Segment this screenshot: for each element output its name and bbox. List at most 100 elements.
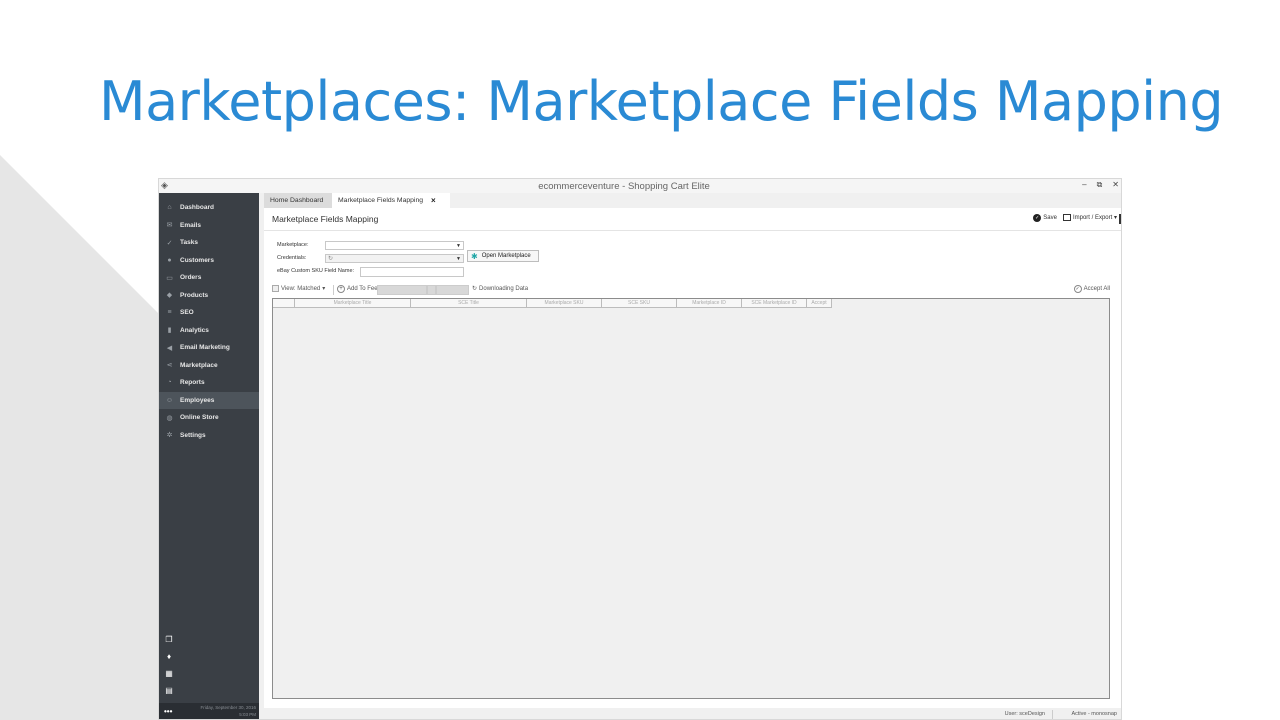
sidebar-item-marketplace[interactable]: ⋖ Marketplace (159, 357, 259, 374)
sidebar-item-employees[interactable]: ☺ Employees (159, 391, 259, 409)
tab-bar: Home Dashboard Marketplace Fields Mappin… (264, 193, 1121, 208)
sidebar-item-label: Dashboard (180, 204, 214, 211)
sidebar-item-email-marketing[interactable]: ◀ Email Marketing (159, 339, 259, 356)
sidebar-item-label: Employees (180, 396, 215, 404)
sidebar-item-seo[interactable]: ≡ SEO (159, 304, 259, 321)
grid-header: Marketplace Title SCE Title Marketplace … (273, 299, 832, 308)
tab-marketplace-fields-mapping[interactable]: Marketplace Fields Mapping × (332, 193, 450, 208)
marketplace-label: Marketplace: (277, 242, 309, 248)
downloading-status: ↻ Downloading Data (472, 285, 529, 293)
sidebar-item-customers[interactable]: ● Customers (159, 252, 259, 269)
scroll-edge-marker (1119, 214, 1121, 224)
sidebar-item-label: Products (180, 291, 209, 299)
person-icon: ● (167, 256, 172, 264)
lightbulb-icon[interactable]: ♦ (164, 652, 174, 662)
save-button[interactable]: ✓ Save (1033, 214, 1057, 222)
view-label: View: Matched (281, 285, 321, 292)
sku-field-label: eBay Custom SKU Field Name: (277, 268, 355, 274)
column-header[interactable] (273, 299, 295, 308)
downloading-label: Downloading Data (479, 285, 529, 292)
tab-label: Marketplace Fields Mapping (338, 197, 424, 204)
tab-home-dashboard[interactable]: Home Dashboard (264, 193, 332, 208)
column-header[interactable]: SCE SKU (602, 299, 677, 308)
seo-icon: ≡ (167, 309, 172, 316)
credentials-select[interactable]: ↻ ▼ (325, 254, 464, 263)
sidebar-item-dashboard[interactable]: ⌂ Dashboard (159, 199, 259, 216)
close-tab-button[interactable]: × (431, 196, 436, 205)
more-button[interactable]: ••• (164, 707, 172, 716)
sidebar-item-label: Settings (180, 431, 206, 439)
import-export-button[interactable]: Import / Export ▾ (1062, 214, 1117, 222)
sidebar-item-reports[interactable]: ◔ Reports (159, 374, 259, 391)
tab-label: Home Dashboard (270, 197, 324, 204)
sidebar-item-products[interactable]: ◆ Products (159, 287, 259, 304)
app-window: ◈ ecommerceventure - Shopping Cart Elite… (158, 178, 1122, 720)
page-title: Marketplace Fields Mapping (272, 214, 379, 224)
people-icon: ☺ (165, 396, 174, 404)
chevron-down-icon: ▼ (456, 243, 461, 249)
windows-tool-icon[interactable]: ❐ (164, 635, 174, 645)
marketplace-select[interactable]: ▼ (325, 241, 464, 250)
status-bar: User: sceDesign Active - monosnap (264, 708, 1121, 719)
chevron-down-icon: ▼ (456, 256, 461, 262)
column-header[interactable]: Accept (807, 299, 832, 308)
share-icon: ⋖ (166, 362, 173, 369)
bar-chart-icon: ▮ (167, 327, 172, 334)
main-panel: Marketplace Fields Mapping ✓ Save Import … (264, 208, 1121, 708)
sidebar-item-orders[interactable]: ▭ Orders (159, 269, 259, 286)
close-window-button[interactable]: ✕ (1112, 180, 1119, 190)
accept-all-label: Accept All (1083, 286, 1110, 292)
sidebar-item-label: Tasks (180, 239, 198, 246)
calendar-icon[interactable]: ▤ (164, 686, 174, 696)
chevron-down-icon: ▾ (322, 286, 326, 292)
open-marketplace-button[interactable]: ✱ Open Marketplace (467, 250, 539, 262)
sidebar-item-emails[interactable]: ✉ Emails (159, 217, 259, 234)
refresh-icon: ↻ (472, 286, 478, 292)
divider (264, 230, 1121, 231)
plus-icon: + (337, 285, 345, 293)
sidebar-item-label: Emails (180, 221, 201, 229)
title-bar: ◈ ecommerceventure - Shopping Cart Elite… (159, 179, 1121, 193)
view-dropdown[interactable]: View: Matched ▾ (272, 285, 325, 292)
sidebar-item-label: Email Marketing (180, 344, 230, 351)
add-to-fee-button[interactable]: + Add To Fee (337, 285, 378, 293)
grid-toolbar: View: Matched ▾ + Add To Fee ↻ Downloadi… (272, 285, 1112, 295)
sidebar-item-analytics[interactable]: ▮ Analytics (159, 322, 259, 339)
sidebar-item-settings[interactable]: ✲ Settings (159, 427, 259, 444)
column-header[interactable]: SCE Marketplace ID (742, 299, 807, 308)
column-header[interactable]: Marketplace ID (677, 299, 742, 308)
sidebar-item-label: Analytics (180, 326, 209, 334)
status-active: Active - monosnap (1071, 711, 1117, 717)
minimize-button[interactable]: – (1082, 180, 1086, 190)
sidebar-item-tasks[interactable]: ✓ Tasks (159, 234, 259, 251)
sidebar-item-label: SEO (180, 309, 194, 316)
view-checkbox[interactable] (272, 285, 279, 292)
toolbar-divider (333, 285, 334, 295)
envelope-icon: ✉ (166, 222, 173, 229)
check-icon: ✓ (1033, 214, 1042, 222)
sidebar-item-online-store[interactable]: ◍ Online Store (159, 409, 259, 426)
sidebar-item-label: Marketplace (180, 361, 218, 369)
column-header[interactable]: Marketplace Title (295, 299, 411, 308)
slide-title: Marketplaces: Marketplace Fields Mapping (99, 70, 1224, 133)
save-label: Save (1043, 215, 1057, 221)
column-header[interactable]: SCE Title (411, 299, 527, 308)
accept-all-button[interactable]: ✓ Accept All (1073, 285, 1110, 293)
credentials-label: Credentials: (277, 255, 307, 261)
window-title: ecommerceventure - Shopping Cart Elite (538, 181, 710, 192)
import-export-label: Import / Export (1072, 215, 1113, 222)
sidebar: ⌂ Dashboard ✉ Emails ✓ Tasks ● Customers… (159, 193, 259, 719)
panel-actions: ✓ Save Import / Export ▾ (1033, 214, 1117, 222)
sku-field-input[interactable] (360, 267, 464, 277)
check-circle-icon: ✓ (1073, 285, 1082, 293)
refresh-icon: ↻ (328, 256, 334, 262)
restore-button[interactable]: ⧉ (1097, 180, 1103, 190)
calculator-icon[interactable]: ▦ (164, 669, 174, 679)
pie-chart-icon: ◔ (167, 379, 172, 386)
window-controls: – ⧉ ✕ (1082, 180, 1119, 190)
gear-icon: ✲ (166, 432, 173, 439)
import-export-icon (1062, 214, 1071, 222)
column-header[interactable]: Marketplace SKU (527, 299, 602, 308)
status-divider (1052, 710, 1053, 719)
clock-time: 5:03 PM (239, 712, 256, 717)
